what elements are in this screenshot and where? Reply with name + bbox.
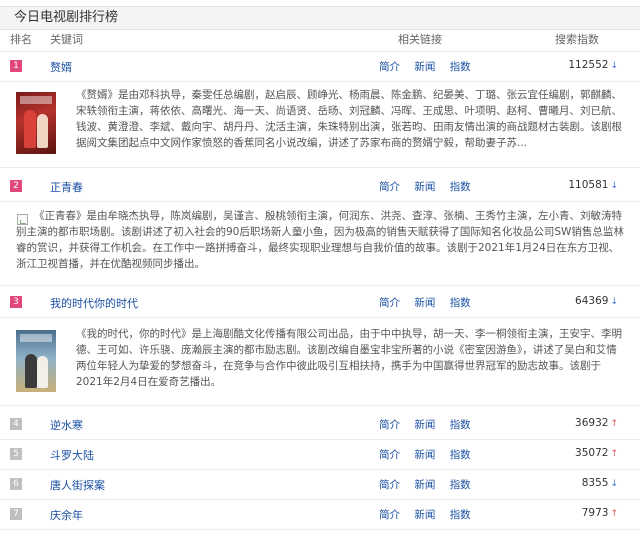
poster-figure	[37, 114, 48, 148]
table-row: 2 正青春 简介 新闻 指数 110581 ↓	[0, 172, 640, 202]
trend-down-icon: ↓	[610, 297, 618, 307]
news-link[interactable]: 新闻	[414, 479, 435, 491]
row-detail: 《正青春》是由牟晓杰执导，陈岚编剧，吴谨言、殷桃领衔主演，何润东、洪尧、查淳、张…	[0, 202, 640, 286]
news-link[interactable]: 新闻	[414, 181, 435, 193]
search-index-value: 112552	[568, 59, 609, 71]
intro-link[interactable]: 简介	[379, 181, 400, 193]
table-row: 5 斗罗大陆 简介 新闻 指数 35072 ↑	[0, 440, 640, 470]
keyword-link[interactable]: 斗罗大陆	[50, 447, 94, 463]
poster-figure	[25, 354, 37, 388]
related-links: 简介 新闻 指数	[379, 417, 482, 432]
ranking-page: 今日电视剧排行榜 排名 关键词 相关链接 搜索指数 1 赘婿 简介 新闻 指数 …	[0, 0, 640, 544]
index-link[interactable]: 指数	[450, 479, 471, 491]
trend-up-icon: ↑	[610, 419, 618, 429]
index-link[interactable]: 指数	[450, 419, 471, 431]
related-links: 简介 新闻 指数	[379, 295, 482, 310]
rank-badge: 5	[10, 448, 22, 460]
header-rank: 排名	[10, 33, 32, 46]
rank-badge: 4	[10, 418, 22, 430]
search-index-value: 8355	[581, 477, 609, 489]
search-index-value: 35072	[575, 447, 609, 459]
header-links: 相关链接	[398, 33, 442, 46]
rank-badge: 7	[10, 508, 22, 520]
search-index-value: 36932	[575, 417, 609, 429]
row-detail: 《我的时代，你的时代》是上海剧酷文化传播有限公司出品，由于中中执导，胡一天、李一…	[0, 318, 640, 406]
poster-image[interactable]	[16, 330, 56, 392]
header-index: 搜索指数	[555, 33, 599, 46]
search-index: 112552 ↓	[568, 59, 618, 71]
poster-figure	[37, 356, 48, 388]
news-link[interactable]: 新闻	[414, 297, 435, 309]
intro-link[interactable]: 简介	[379, 419, 400, 431]
intro-link[interactable]: 简介	[379, 509, 400, 521]
poster-title-mark	[20, 334, 52, 342]
row-detail: 《赘婿》是由邓科执导，秦雯任总编剧，赵启辰、顾峥光、杨雨晨、陈金鹏、纪晏美、丁璐…	[0, 82, 640, 168]
trend-down-icon: ↓	[610, 479, 618, 489]
rank-badge: 2	[10, 180, 22, 192]
news-link[interactable]: 新闻	[414, 509, 435, 521]
related-links: 简介 新闻 指数	[379, 477, 482, 492]
keyword-link[interactable]: 正青春	[50, 179, 83, 195]
index-link[interactable]: 指数	[450, 449, 471, 461]
keyword-link[interactable]: 我的时代你的时代	[50, 295, 138, 311]
intro-link[interactable]: 简介	[379, 61, 400, 73]
search-index: 64369 ↓	[575, 295, 618, 307]
news-link[interactable]: 新闻	[414, 449, 435, 461]
related-links: 简介 新闻 指数	[379, 179, 482, 194]
rank-badge: 1	[10, 60, 22, 72]
table-row: 7 庆余年 简介 新闻 指数 7973 ↑	[0, 500, 640, 530]
index-link[interactable]: 指数	[450, 509, 471, 521]
related-links: 简介 新闻 指数	[379, 59, 482, 74]
table-row: 4 逆水寒 简介 新闻 指数 36932 ↑	[0, 410, 640, 440]
keyword-link[interactable]: 唐人街探案	[50, 477, 105, 493]
header-keyword: 关键词	[50, 33, 83, 46]
trend-down-icon: ↓	[610, 61, 618, 71]
search-index-value: 110581	[568, 179, 609, 191]
related-links: 简介 新闻 指数	[379, 507, 482, 522]
table-row: 1 赘婿 简介 新闻 指数 112552 ↓	[0, 52, 640, 82]
index-link[interactable]: 指数	[450, 61, 471, 73]
index-link[interactable]: 指数	[450, 181, 471, 193]
search-index-value: 7973	[581, 507, 609, 519]
intro-link[interactable]: 简介	[379, 449, 400, 461]
row-description: 《我的时代，你的时代》是上海剧酷文化传播有限公司出品，由于中中执导，胡一天、李一…	[76, 328, 622, 388]
rank-badge: 3	[10, 296, 22, 308]
poster-image[interactable]	[16, 92, 56, 154]
search-index: 7973 ↑	[582, 507, 618, 519]
keyword-link[interactable]: 逆水寒	[50, 417, 83, 433]
index-link[interactable]: 指数	[450, 297, 471, 309]
table-row: 6 唐人街探案 简介 新闻 指数 8355 ↓	[0, 470, 640, 500]
news-link[interactable]: 新闻	[414, 61, 435, 73]
table-header: 排名 关键词 相关链接 搜索指数	[0, 30, 640, 52]
trend-down-icon: ↓	[610, 181, 618, 191]
row-description: 《赘婿》是由邓科执导，秦雯任总编剧，赵启辰、顾峥光、杨雨晨、陈金鹏、纪晏美、丁璐…	[76, 89, 622, 149]
intro-link[interactable]: 简介	[379, 479, 400, 491]
trend-up-icon: ↑	[610, 449, 618, 459]
news-link[interactable]: 新闻	[414, 419, 435, 431]
intro-link[interactable]: 简介	[379, 297, 400, 309]
search-index: 110581 ↓	[568, 179, 618, 191]
search-index-value: 64369	[575, 295, 609, 307]
table-row: 3 我的时代你的时代 简介 新闻 指数 64369 ↓	[0, 288, 640, 318]
search-index: 36932 ↑	[575, 417, 618, 429]
poster-title-mark	[20, 96, 52, 104]
page-title: 今日电视剧排行榜	[0, 6, 640, 30]
trend-up-icon: ↑	[610, 509, 618, 519]
search-index: 35072 ↑	[575, 447, 618, 459]
poster-figure	[24, 110, 36, 148]
search-index: 8355 ↓	[582, 477, 618, 489]
row-description: 《正青春》是由牟晓杰执导，陈岚编剧，吴谨言、殷桃领衔主演，何润东、洪尧、查淳、张…	[16, 210, 624, 270]
keyword-link[interactable]: 赘婿	[50, 59, 72, 75]
keyword-link[interactable]: 庆余年	[50, 507, 83, 523]
related-links: 简介 新闻 指数	[379, 447, 482, 462]
rank-badge: 6	[10, 478, 22, 490]
